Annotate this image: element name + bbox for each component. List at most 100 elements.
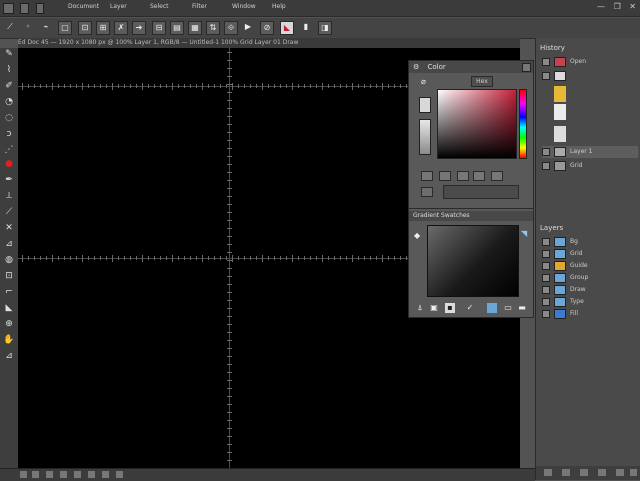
brush-tool-icon[interactable]: ✎	[3, 48, 15, 60]
smudge-tool-icon[interactable]: ↄ	[3, 128, 15, 140]
record-icon[interactable]: ◣	[280, 21, 294, 35]
menu-item-document[interactable]: Document	[68, 3, 99, 13]
close-icon[interactable]	[522, 63, 531, 72]
play-icon[interactable]: ▶	[242, 21, 254, 33]
history-item[interactable]: Open	[542, 56, 638, 68]
link-icon[interactable]: ⊘	[260, 21, 274, 35]
history-item-selected[interactable]: Layer 1	[542, 146, 638, 158]
gradient-folder-icon[interactable]: ▭	[503, 303, 513, 313]
history-thumb[interactable]	[554, 126, 566, 142]
dodge-tool-icon[interactable]: ◔	[3, 96, 15, 108]
align-icon[interactable]: ⇅	[206, 21, 220, 35]
file-icon[interactable]	[20, 3, 29, 14]
brush-size-icon[interactable]: ◦	[22, 21, 34, 33]
status-icon[interactable]	[46, 471, 53, 478]
status-icon[interactable]	[116, 471, 123, 478]
gradient-delete-icon[interactable]: ▬	[517, 303, 527, 313]
link-layers-icon[interactable]	[544, 469, 552, 476]
type-icon[interactable]: ▦	[188, 21, 202, 35]
close-icon[interactable]: ✕	[629, 2, 636, 11]
gradient-preview[interactable]	[427, 225, 519, 297]
hand-tool-icon[interactable]: ✋	[3, 334, 15, 346]
status-icon[interactable]	[102, 471, 109, 478]
color-mode-button[interactable]	[421, 171, 433, 181]
path-tool-icon[interactable]: ⟋	[3, 206, 15, 218]
lasso-icon[interactable]: ⊡	[78, 21, 92, 35]
layer-row[interactable]: Fill	[542, 308, 638, 320]
background-color-swatch[interactable]	[419, 119, 431, 155]
color-field[interactable]	[437, 89, 517, 159]
gradient-new-icon[interactable]: ▪	[445, 303, 455, 313]
arrow-icon[interactable]: ➔	[132, 21, 146, 35]
move-tool-icon[interactable]: ◣	[3, 302, 15, 314]
menu-item-help[interactable]: Help	[272, 3, 286, 13]
minimize-icon[interactable]: —	[597, 2, 605, 11]
layer-row[interactable]: Grid	[542, 248, 638, 260]
document-tab-strip[interactable]: Ed Doc 45 — 1920 x 1080 px @ 100% Layer …	[18, 38, 520, 48]
color-mode-button[interactable]	[491, 171, 503, 181]
lock-icon[interactable]: ▮	[300, 21, 312, 33]
menu-item-window[interactable]: Window	[232, 3, 256, 13]
layer-row[interactable]: Group	[542, 272, 638, 284]
mask-icon[interactable]: ◨	[318, 21, 332, 35]
panel-menu-icon[interactable]: ⚙	[413, 63, 419, 71]
edit-icon[interactable]	[36, 3, 44, 14]
new-group-icon[interactable]	[598, 469, 606, 476]
new-layer-icon[interactable]	[616, 469, 624, 476]
menu-item-select[interactable]: Select	[150, 3, 169, 13]
brush-preset-icon[interactable]: ⟋	[4, 21, 16, 33]
gradient-tool-icon[interactable]: ⊿	[3, 238, 15, 250]
clone-tool-icon[interactable]: ◌	[3, 112, 15, 124]
layer-row[interactable]: Guide	[542, 260, 638, 272]
history-thumb[interactable]	[554, 86, 566, 102]
gradient-save-icon[interactable]: ▣	[429, 303, 439, 313]
history-item[interactable]: Grid	[542, 160, 638, 172]
stack-icon[interactable]: ▤	[170, 21, 184, 35]
status-icon[interactable]	[32, 471, 39, 478]
pencil-tool-icon[interactable]: ✐	[3, 80, 15, 92]
warp-icon[interactable]: ✗	[114, 21, 128, 35]
cross-tool-icon[interactable]: ✕	[3, 222, 15, 234]
brush-mode-icon[interactable]: ⌁	[40, 21, 52, 33]
status-icon[interactable]	[74, 471, 81, 478]
menu-item-filter[interactable]: Filter	[192, 3, 207, 13]
gradient-blue-icon[interactable]	[487, 303, 497, 313]
hex-field[interactable]: Hex	[471, 76, 493, 87]
add-mask-icon[interactable]	[580, 469, 588, 476]
grid-icon[interactable]: ⊟	[152, 21, 166, 35]
pen-tool-icon[interactable]: ✒	[3, 174, 15, 186]
foreground-color-swatch[interactable]	[419, 97, 431, 113]
measure-tool-icon[interactable]: ⊿	[3, 350, 15, 362]
diamond-icon[interactable]: ◆	[414, 231, 420, 240]
color-value-field[interactable]	[443, 185, 519, 199]
menu-item-layer[interactable]: Layer	[110, 3, 127, 13]
restore-icon[interactable]: ❐	[614, 2, 621, 11]
status-icon[interactable]	[60, 471, 67, 478]
selection-tool-icon[interactable]: ⊡	[3, 270, 15, 282]
layer-row[interactable]: Draw	[542, 284, 638, 296]
shape-icon[interactable]: ▢	[58, 21, 72, 35]
history-item[interactable]	[542, 70, 638, 82]
red-eye-tool-icon[interactable]: ●	[3, 158, 15, 170]
status-icon[interactable]	[20, 471, 27, 478]
color-mode-button[interactable]	[439, 171, 451, 181]
gradient-tool-icon[interactable]: ⍋	[415, 303, 425, 313]
color-mode-button[interactable]	[457, 171, 469, 181]
gradient-check-icon[interactable]: ✓	[465, 303, 475, 313]
crop-icon[interactable]: ⊞	[96, 21, 110, 35]
history-thumb[interactable]	[554, 104, 566, 120]
color-mode-button[interactable]	[473, 171, 485, 181]
layer-row[interactable]: Bg	[542, 236, 638, 248]
add-style-icon[interactable]	[562, 469, 570, 476]
pointer-icon[interactable]: ◥	[521, 229, 527, 238]
crop-tool-icon[interactable]: ⌐	[3, 286, 15, 298]
delete-layer-icon[interactable]	[630, 469, 637, 476]
lasso-tool-icon[interactable]: ⌇	[3, 64, 15, 76]
zoom-tool-icon[interactable]: ⊕	[3, 318, 15, 330]
status-icon[interactable]	[88, 471, 95, 478]
add-swatch-button[interactable]	[421, 187, 433, 197]
transform-icon[interactable]: ⟐	[224, 21, 238, 35]
hue-slider[interactable]	[519, 89, 527, 159]
eraser-tool-icon[interactable]: ⟂	[3, 190, 15, 202]
eyedropper-icon[interactable]: ⌀	[421, 77, 426, 86]
